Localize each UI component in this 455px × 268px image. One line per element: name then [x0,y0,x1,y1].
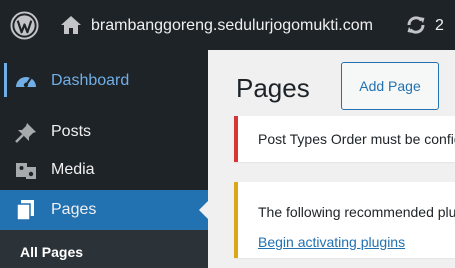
pin-icon [15,123,36,143]
page-title: Pages [236,73,310,103]
admin-bar: brambanggoreng.sedulurjogomukti.com 2 [0,0,455,50]
pages-submenu: All Pages [0,230,208,268]
updates-count[interactable]: 2 [435,15,444,37]
focus-indicator [4,63,7,97]
add-page-button[interactable]: Add Page [341,62,439,110]
admin-sidebar: Dashboard Posts Media Pages All Pages [0,50,208,268]
sidebar-item-label: Pages [51,201,97,218]
sidebar-item-label: Dashboard [51,72,130,89]
sidebar-item-label: Media [51,161,95,178]
media-icon [16,163,36,179]
warning-notice: The following recommended plugins Begin … [234,182,455,258]
sidebar-item-media[interactable]: Media [0,150,208,190]
begin-activating-plugins-link[interactable]: Begin activating plugins [258,232,405,252]
pages-icon [16,200,34,221]
wordpress-icon[interactable] [10,11,39,40]
sidebar-item-pages[interactable]: Pages [0,190,208,230]
site-name-link[interactable]: brambanggoreng.sedulurjogomukti.com [91,15,373,37]
home-icon[interactable] [60,15,82,35]
sidebar-item-posts[interactable]: Posts [0,112,208,152]
notice-text: Post Types Order must be configured [258,131,455,147]
submenu-item-all-pages[interactable]: All Pages [20,242,83,262]
refresh-icon[interactable] [405,14,427,36]
notice-text: The following recommended plugins [258,204,455,220]
sidebar-item-dashboard[interactable]: Dashboard [0,61,208,99]
dashboard-icon [16,77,36,88]
main-content: Pages Add Page Post Types Order must be … [208,50,455,268]
current-menu-arrow [199,201,208,219]
error-notice: Post Types Order must be configured [234,116,455,162]
sidebar-item-label: Posts [51,123,92,140]
